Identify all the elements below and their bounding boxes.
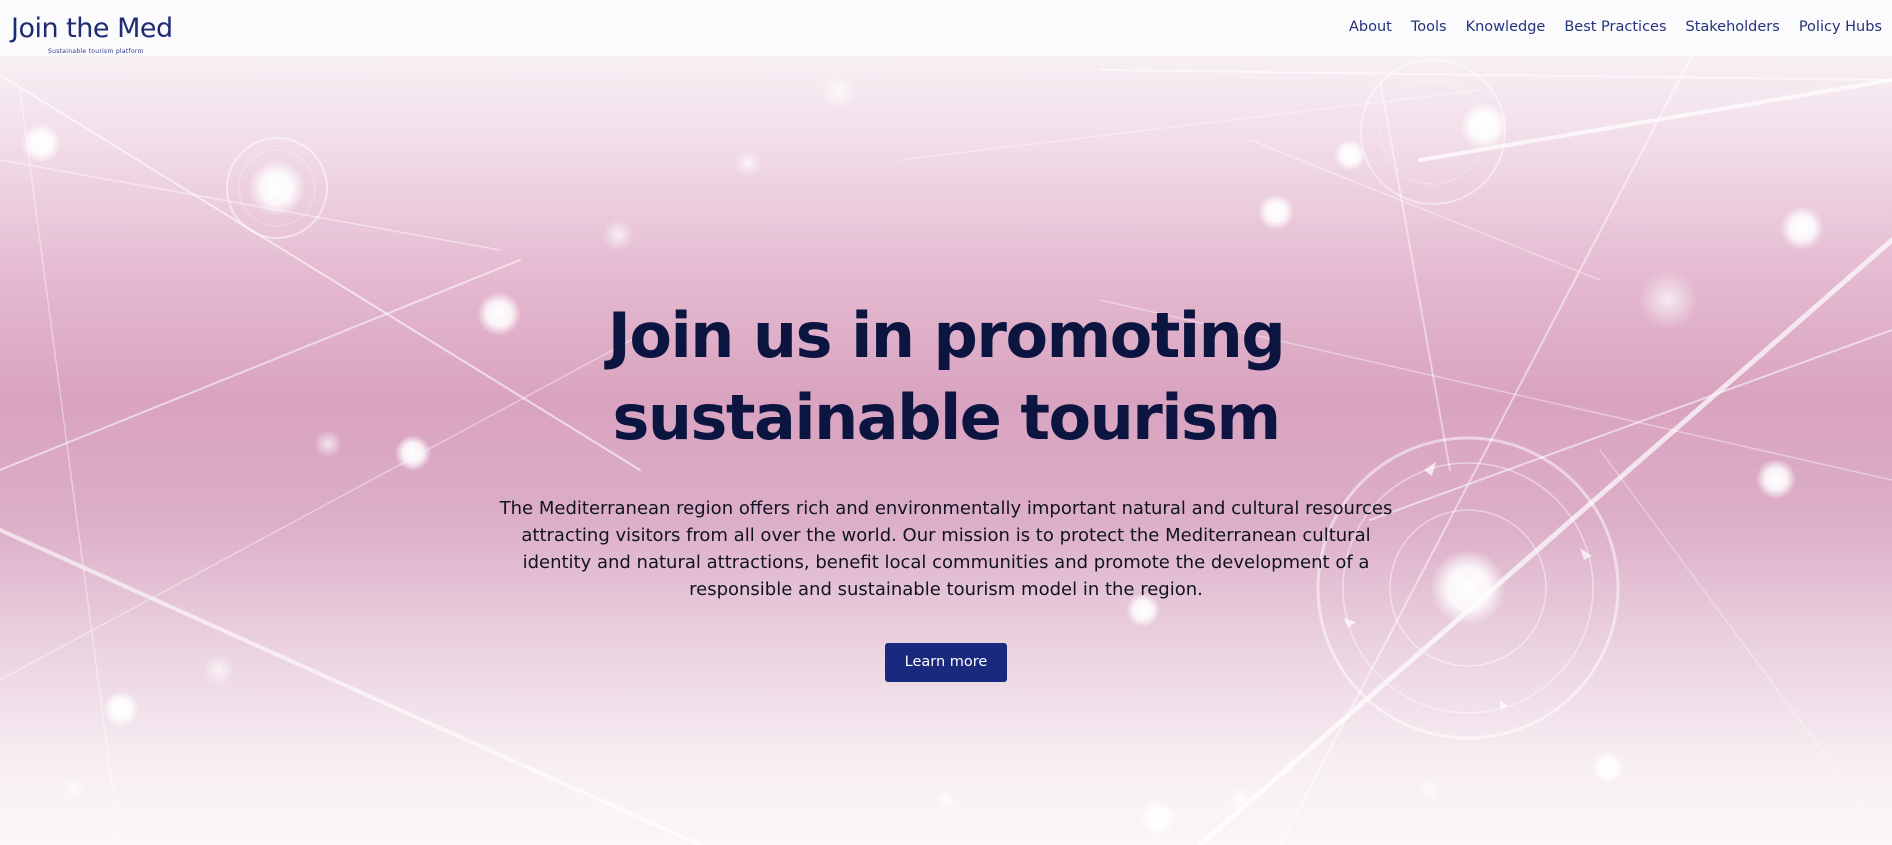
hero-description: The Mediterranean region offers rich and… — [499, 498, 1393, 600]
learn-more-button[interactable]: Learn more — [884, 643, 1008, 682]
logo-wordmark: Join the Med — [11, 13, 173, 44]
hero-section: Join us in promoting sustainable tourism… — [0, 295, 1892, 682]
nav-item-stakeholders[interactable]: Stakeholders — [1686, 16, 1780, 38]
hero-title: Join us in promoting sustainable tourism — [607, 299, 1286, 454]
nav-item-about[interactable]: About — [1349, 16, 1392, 38]
site-header: Join the Med Sustainable tourism platfor… — [0, 0, 1892, 56]
nav-item-best-practices[interactable]: Best Practices — [1564, 16, 1666, 38]
logo-tagline: Sustainable tourism platform — [48, 48, 144, 55]
main-navigation: About Tools Knowledge Best Practices Sta… — [1349, 16, 1882, 38]
site-logo[interactable]: Join the Med Sustainable tourism platfor… — [11, 12, 186, 58]
page: Join the Med Sustainable tourism platfor… — [0, 0, 1892, 845]
nav-item-policy-hubs[interactable]: Policy Hubs — [1799, 16, 1882, 38]
nav-item-tools[interactable]: Tools — [1411, 16, 1447, 38]
nav-item-knowledge[interactable]: Knowledge — [1466, 16, 1546, 38]
